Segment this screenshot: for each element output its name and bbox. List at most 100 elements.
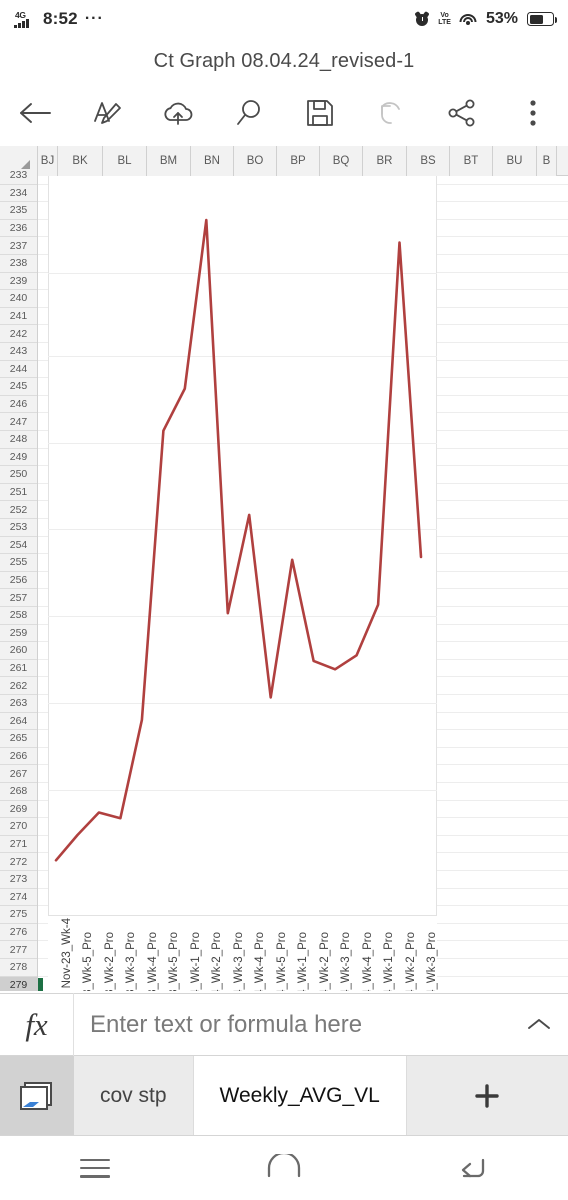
column-header-BP[interactable]: BP [277,146,320,176]
x-axis-tick-label: Mar-24_Wk-3_Pro [426,932,438,991]
column-header-BJ[interactable]: BJ [38,146,58,176]
system-nav-bar [0,1136,568,1200]
row-header-264[interactable]: 264 [0,713,37,731]
row-header-254[interactable]: 254 [0,537,37,555]
row-header-272[interactable]: 272 [0,853,37,871]
row-header-244[interactable]: 244 [0,361,37,379]
column-header-BO[interactable]: BO [234,146,277,176]
row-header-250[interactable]: 250 [0,466,37,484]
spreadsheet-area[interactable]: BJ BK BL BM BN BO BP BQ BR BS BT BU B 233 234 235 236 23… [0,146,568,991]
row-header-242[interactable]: 242 [0,325,37,343]
row-header-247[interactable]: 247 [0,413,37,431]
row-header-259[interactable]: 259 [0,625,37,643]
cloud-upload-button[interactable] [142,84,213,142]
row-header-267[interactable]: 267 [0,765,37,783]
x-axis-tick-label: Feb-24_Wk-1_Pro [297,932,310,991]
signal-bars [14,18,29,28]
column-header-BU[interactable]: BU [493,146,537,176]
row-header-235[interactable]: 235 [0,202,37,220]
line-chart-object[interactable]: Nov-23_Wk-4 Nov-23_Wk-5_Pro Dec-23_Wk-2_Pr… [48,176,438,991]
undo-button[interactable] [355,84,426,142]
nav-back-button[interactable] [379,1154,568,1182]
row-header-277[interactable]: 277 [0,941,37,959]
column-header-B[interactable]: B [537,146,557,176]
volte-icon: Vo LTE [438,12,451,26]
x-axis-tick-label: Feb-24_Wk-4_Pro [361,932,374,991]
row-header-275[interactable]: 275 [0,906,37,924]
row-header-274[interactable]: 274 [0,889,37,907]
row-header-246[interactable]: 246 [0,396,37,414]
row-header-262[interactable]: 262 [0,677,37,695]
x-axis-tick-label: Jan-24_Wk-4_Pro [254,932,267,991]
more-options-button[interactable] [497,84,568,142]
x-axis-tick-label: Dec-23_Wk-5_Pro [168,932,181,991]
nav-home-button[interactable] [189,1154,378,1182]
all-sheets-icon [20,1081,52,1110]
sheet-tab-cov-stp[interactable]: cov stp [74,1056,194,1135]
annotate-button[interactable] [71,84,142,142]
row-header-273[interactable]: 273 [0,871,37,889]
column-header-BK[interactable]: BK [58,146,103,176]
row-header-245[interactable]: 245 [0,378,37,396]
row-header-233[interactable]: 233 [0,167,37,185]
row-header-255[interactable]: 255 [0,554,37,572]
recents-icon [79,1158,110,1178]
row-header-256[interactable]: 256 [0,572,37,590]
row-header-238[interactable]: 238 [0,255,37,273]
formula-input[interactable]: Enter text or formula here [74,993,510,1056]
chart-plot-area [48,176,437,916]
row-header-237[interactable]: 237 [0,237,37,255]
row-header-269[interactable]: 269 [0,801,37,819]
row-header-239[interactable]: 239 [0,273,37,291]
row-header-252[interactable]: 252 [0,501,37,519]
share-button[interactable] [426,84,497,142]
row-header-279[interactable]: 279 [0,976,37,991]
column-header-BQ[interactable]: BQ [320,146,363,176]
fx-icon[interactable]: fx [0,993,74,1056]
back-button[interactable] [0,84,71,142]
row-header-249[interactable]: 249 [0,449,37,467]
column-header-BN[interactable]: BN [191,146,234,176]
x-axis-tick-label: Dec-23_Wk-4_Pro [146,932,159,991]
row-header-234[interactable]: 234 [0,185,37,203]
row-header-276[interactable]: 276 [0,924,37,942]
column-header-BR[interactable]: BR [363,146,407,176]
all-sheets-button[interactable] [0,1056,74,1135]
row-header-248[interactable]: 248 [0,431,37,449]
row-header-271[interactable]: 271 [0,836,37,854]
row-header-265[interactable]: 265 [0,730,37,748]
expand-formula-bar-button[interactable] [510,993,568,1056]
x-axis-tick-label: Feb-24_Wk-2_Pro [318,932,331,991]
column-header-BS[interactable]: BS [407,146,450,176]
search-icon [236,100,260,125]
x-axis-tick-label: Jan-24_Wk-1_Pro [189,932,202,991]
back-arrow-icon [19,103,51,123]
row-header-243[interactable]: 243 [0,343,37,361]
column-header-BL[interactable]: BL [103,146,147,176]
row-header-268[interactable]: 268 [0,783,37,801]
x-axis-tick-label: Dec-23_Wk-3_Pro [125,932,138,991]
save-button[interactable] [284,84,355,142]
row-header-278[interactable]: 278 [0,959,37,977]
row-header-260[interactable]: 260 [0,642,37,660]
row-header-258[interactable]: 258 [0,607,37,625]
row-header-270[interactable]: 270 [0,818,37,836]
add-sheet-button[interactable] [406,1056,568,1135]
x-axis-tick-label: Mar-24_Wk-1_Pro [383,932,396,991]
row-header-253[interactable]: 253 [0,519,37,537]
row-header-column: 233 234 235 236 237 238 239 240 241 242 243 244 245 2… [0,169,38,991]
row-header-257[interactable]: 257 [0,589,37,607]
search-button[interactable] [213,84,284,142]
nav-recents-button[interactable] [0,1158,189,1178]
row-header-263[interactable]: 263 [0,695,37,713]
row-header-241[interactable]: 241 [0,308,37,326]
share-icon [448,99,474,127]
sheet-tab-weekly-avg-vl[interactable]: Weekly_AVG_VL [193,1056,407,1135]
row-header-236[interactable]: 236 [0,220,37,238]
row-header-240[interactable]: 240 [0,290,37,308]
row-header-266[interactable]: 266 [0,748,37,766]
column-header-BT[interactable]: BT [450,146,493,176]
column-header-BM[interactable]: BM [147,146,191,176]
row-header-251[interactable]: 251 [0,484,37,502]
row-header-261[interactable]: 261 [0,660,37,678]
